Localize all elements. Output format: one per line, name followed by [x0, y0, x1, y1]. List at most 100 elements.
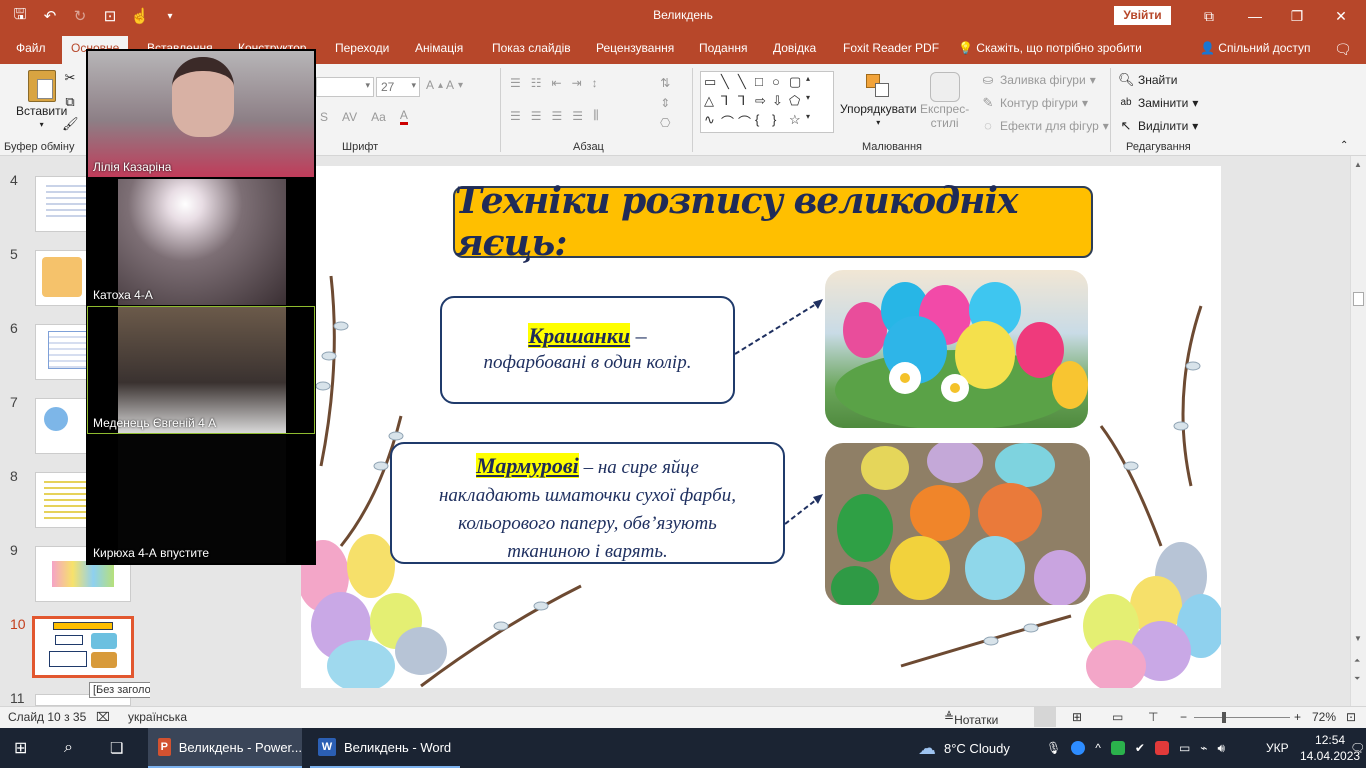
align-text-icon[interactable]: ⇕: [660, 96, 670, 110]
redo-icon[interactable]: ↻: [68, 5, 92, 27]
font-size-combo[interactable]: 27 ▾: [376, 77, 420, 97]
paste-button[interactable]: Вставити ▾: [16, 70, 67, 129]
notes-button[interactable]: ≜ Нотатки: [944, 710, 998, 727]
zoom-app-icon[interactable]: [1071, 741, 1086, 755]
case-icon[interactable]: Aa: [371, 110, 386, 124]
rounded-rect-shape-icon[interactable]: ▢: [789, 74, 806, 93]
shape-effects-button[interactable]: ◌ Ефекти для фігур ▾: [980, 118, 1109, 134]
participant-tile[interactable]: Лілія Казаріна: [88, 51, 314, 177]
scroll-down-icon[interactable]: ▼: [1354, 634, 1362, 643]
slide-thumbnail-active[interactable]: [32, 616, 134, 678]
participant-tile[interactable]: Кирюха 4-А впустите: [88, 435, 314, 563]
arrange-button[interactable]: Упорядкувати ▾: [840, 72, 917, 127]
present-icon[interactable]: ⊡: [98, 5, 122, 27]
oval-shape-icon[interactable]: ○: [772, 74, 789, 93]
undo-icon[interactable]: ↶: [38, 5, 62, 27]
cut-button[interactable]: ✂: [62, 70, 78, 86]
touch-mode-icon[interactable]: ☝: [128, 5, 152, 27]
tab-transitions[interactable]: Переходи: [335, 41, 389, 55]
font-color-icon[interactable]: A: [399, 108, 408, 125]
textbox-shape-icon[interactable]: ▭: [704, 74, 721, 93]
minimize-icon[interactable]: —: [1232, 4, 1278, 28]
zoom-out-icon[interactable]: −: [1180, 710, 1187, 724]
tab-file[interactable]: Файл: [16, 41, 46, 55]
tray-app-icon[interactable]: [1110, 741, 1125, 755]
brace-shape-icon[interactable]: {: [755, 112, 772, 131]
close-icon[interactable]: ✕: [1318, 4, 1364, 28]
scroll-up-icon[interactable]: ▲: [1354, 160, 1362, 169]
collapse-ribbon-icon[interactable]: ⌃: [1340, 140, 1348, 151]
comments-icon[interactable]: 🗨: [1334, 41, 1352, 58]
shrink-font-button[interactable]: A ▾: [446, 78, 463, 92]
select-button[interactable]: ↖ Виділити ▾: [1118, 118, 1199, 134]
rectangle-shape-icon[interactable]: □: [755, 74, 772, 93]
curve-shape-icon[interactable]: ∿: [704, 112, 721, 131]
connector-shape-icon[interactable]: ⅂: [738, 93, 755, 112]
taskbar-app-powerpoint[interactable]: P Великдень - Power...: [148, 728, 302, 768]
next-slide-icon[interactable]: ⏷: [1354, 674, 1360, 684]
previous-slide-icon[interactable]: ⏶: [1354, 656, 1360, 666]
text-direction-icon[interactable]: ⇅: [660, 76, 670, 90]
volume-icon[interactable]: 🔊︎: [1218, 741, 1226, 756]
tab-animations[interactable]: Анімація: [415, 41, 463, 55]
windows-start-icon[interactable]: ⊞: [14, 728, 27, 768]
arc-shape-icon[interactable]: ⌒: [721, 112, 738, 131]
fit-slide-icon[interactable]: ⊡: [1346, 710, 1356, 724]
strikethrough-icon[interactable]: S: [320, 110, 328, 124]
krashanky-textbox[interactable]: Крашанки – пофарбовані в один колір.: [440, 296, 735, 404]
vertical-scrollbar[interactable]: ▲ ▼ ⏶ ⏷: [1350, 156, 1366, 706]
share-button[interactable]: 👤 Спільний доступ: [1200, 41, 1311, 55]
tell-me-box[interactable]: 💡 Скажіть, що потрібно зробити: [958, 41, 1142, 55]
network-icon[interactable]: ⌁: [1200, 741, 1207, 755]
video-call-panel[interactable]: Лілія Казаріна Катоха 4-А Меденець Євген…: [86, 49, 316, 565]
task-view-icon[interactable]: ❏: [110, 728, 123, 768]
reading-view-icon[interactable]: ▭: [1112, 710, 1123, 724]
zoom-level[interactable]: 72%: [1312, 710, 1336, 724]
search-icon[interactable]: ⌕: [64, 728, 73, 768]
arrow-right-shape-icon[interactable]: ⇨: [755, 93, 772, 112]
quick-styles-button[interactable]: Експрес- стилі: [920, 72, 969, 130]
copy-button[interactable]: ⧉: [62, 94, 78, 110]
slide-sorter-icon[interactable]: ⊞: [1072, 710, 1082, 724]
tab-help[interactable]: Довідка: [773, 41, 816, 55]
tab-view[interactable]: Подання: [699, 41, 747, 55]
save-icon[interactable]: 🖫: [8, 5, 32, 27]
participant-tile-active[interactable]: Меденець Євгеній 4 А: [87, 306, 315, 434]
smartart-icon[interactable]: ⎔: [660, 116, 670, 130]
tab-foxit[interactable]: Foxit Reader PDF: [843, 41, 939, 55]
bullets-icon[interactable]: ☰: [510, 76, 521, 90]
notifications-icon[interactable]: 🗨: [1350, 728, 1365, 768]
line-shape-icon[interactable]: ╲: [721, 74, 738, 93]
zoom-slider[interactable]: [1194, 717, 1290, 718]
participant-tile[interactable]: Катоха 4-А: [88, 179, 314, 305]
restore-icon[interactable]: ❐: [1274, 4, 1320, 28]
normal-view-icon[interactable]: [1034, 707, 1056, 727]
decrease-indent-icon[interactable]: ⇤: [552, 76, 562, 90]
justify-icon[interactable]: ☰: [572, 109, 583, 123]
slide-title-box[interactable]: Техніки розпису великодніх яєць:: [453, 180, 1093, 264]
chevron-up-icon[interactable]: ^: [1095, 741, 1101, 755]
line-shape-icon[interactable]: ╲: [738, 74, 755, 93]
shapes-gallery[interactable]: ▭ ╲ ╲ □ ○ ▢ ▴ △ ⅂ ⅂ ⇨ ⇩ ⬠ ▾ ∿ ⌒ ⌒{} ☆ ▾: [700, 71, 834, 133]
marble-textbox[interactable]: Мармурові – на сире яйце накладають шмат…: [390, 442, 785, 564]
star-shape-icon[interactable]: ☆: [789, 112, 806, 131]
arc-shape-icon[interactable]: ⌒: [738, 112, 755, 131]
arrow-down-shape-icon[interactable]: ⇩: [772, 93, 789, 112]
spacing-icon[interactable]: AV: [342, 110, 357, 124]
slide-canvas[interactable]: Техніки розпису великодніх яєць: Крашанк…: [301, 166, 1221, 688]
microphone-icon[interactable]: 🎙︎: [1046, 741, 1061, 755]
shape-fill-button[interactable]: ⛀ Заливка фігури ▾: [980, 72, 1096, 88]
scroll-up-icon[interactable]: ▴: [806, 74, 823, 93]
columns-icon[interactable]: ⫼: [593, 108, 599, 123]
align-center-icon[interactable]: ☰: [531, 109, 542, 123]
tab-slideshow[interactable]: Показ слайдів: [492, 41, 571, 55]
connector-shape-icon[interactable]: ⅂: [721, 93, 738, 112]
font-name-combo[interactable]: ▾: [316, 77, 374, 97]
zoom-slider-thumb[interactable]: [1222, 712, 1226, 723]
defender-icon[interactable]: ✔: [1135, 741, 1145, 755]
brace-shape-icon[interactable]: }: [772, 112, 789, 131]
numbering-icon[interactable]: ☷: [531, 76, 542, 90]
ribbon-display-icon[interactable]: ⧉: [1186, 4, 1232, 28]
scroll-thumb[interactable]: [1353, 292, 1364, 306]
tab-review[interactable]: Рецензування: [596, 41, 674, 55]
